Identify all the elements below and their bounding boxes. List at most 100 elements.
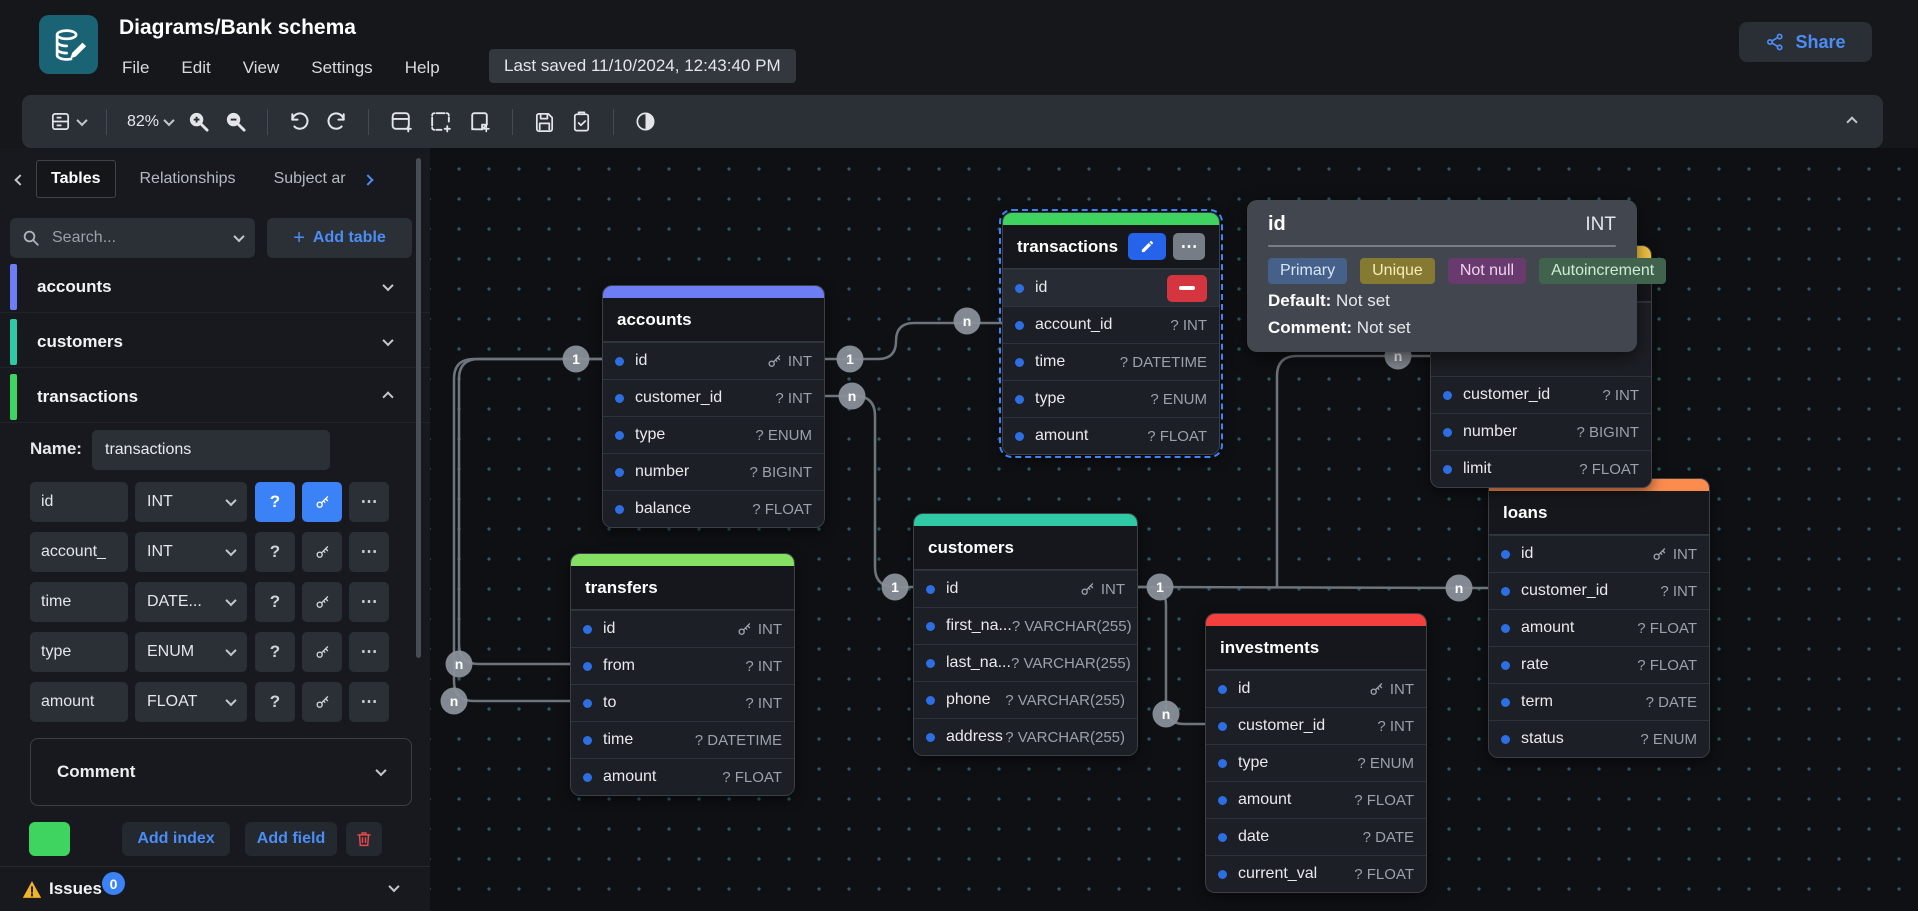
table-header[interactable]: loans [1489,491,1709,535]
nullable-toggle-button[interactable]: ? [255,682,295,722]
comment-section[interactable]: Comment [30,738,412,806]
table-field-row[interactable]: type? ENUM [603,416,824,453]
field-more-button[interactable]: ⋯ [349,532,389,572]
primary-key-toggle-button[interactable] [302,482,342,522]
diagram-title[interactable]: Diagrams/Bank schema [119,16,356,40]
diagram-table-investments[interactable]: investmentsidINTcustomer_id? INTtype? EN… [1205,613,1427,893]
redo-button[interactable] [318,105,355,138]
delete-table-button[interactable] [346,822,382,856]
zoom-out-button[interactable] [217,105,254,138]
table-field-row[interactable]: phone? VARCHAR(255) [914,681,1137,718]
table-field-row[interactable]: last_na...? VARCHAR(255) [914,644,1137,681]
menu-view[interactable]: View [243,58,280,78]
field-more-button[interactable]: ⋯ [349,632,389,672]
nullable-toggle-button[interactable]: ? [255,632,295,672]
table-name-input[interactable] [92,430,330,470]
table-field-row[interactable]: number? BIGINT [1431,413,1651,450]
search-input[interactable] [50,228,225,248]
menu-help[interactable]: Help [405,58,440,78]
field-name-input[interactable]: type [30,632,128,672]
add-table-tool-button[interactable] [382,104,421,139]
field-name-input[interactable]: id [30,482,128,522]
table-field-row[interactable]: idINT [571,610,794,647]
table-field-row[interactable]: to? INT [571,684,794,721]
todo-list-button[interactable] [563,105,600,138]
tabs-scroll-left-button[interactable] [16,172,24,187]
table-color-swatch[interactable] [29,822,70,856]
tab-subject-ar[interactable]: Subject ar [260,161,360,197]
diagram-table-transfers[interactable]: transfersidINTfrom? INTto? INTtime? DATE… [570,553,795,796]
table-field-row[interactable]: customer_id? INT [1489,572,1709,609]
table-field-row[interactable]: balance? FLOAT [603,490,824,527]
collapse-toolbar-button[interactable] [1841,113,1863,131]
primary-key-toggle-button[interactable] [302,532,342,572]
diagram-table-transactions[interactable]: transactions⋯idaccount_id? INTtime? DATE… [1002,212,1220,455]
delete-field-button[interactable] [1167,275,1207,302]
field-name-input[interactable]: account_ [30,532,128,572]
diagram-table-accounts[interactable]: accountsidINTcustomer_id? INTtype? ENUMn… [602,285,825,528]
tab-tables[interactable]: Tables [36,160,116,198]
primary-key-toggle-button[interactable] [302,682,342,722]
menu-edit[interactable]: Edit [181,58,210,78]
table-field-row[interactable]: address? VARCHAR(255) [914,718,1137,755]
undo-button[interactable] [281,105,318,138]
field-type-select[interactable]: DATE... [135,582,247,622]
chevron-down-icon[interactable] [388,881,399,892]
table-field-row[interactable]: amount? FLOAT [1003,417,1219,454]
table-header[interactable]: transactions⋯ [1003,225,1219,269]
zoom-level-select[interactable]: 82% [120,108,180,136]
add-index-button[interactable]: Add index [122,822,230,856]
primary-key-toggle-button[interactable] [302,582,342,622]
table-field-row[interactable]: idINT [1206,670,1426,707]
table-field-row[interactable]: customer_id? INT [1206,707,1426,744]
table-field-row[interactable]: amount? FLOAT [1489,609,1709,646]
tabs-scroll-right-button[interactable] [364,172,372,187]
sidebar-scrollbar[interactable] [416,158,421,658]
field-name-input[interactable]: time [30,582,128,622]
table-header[interactable]: transfers [571,566,794,610]
tab-relationships[interactable]: Relationships [126,161,250,197]
table-field-row[interactable]: term? DATE [1489,683,1709,720]
field-type-select[interactable]: INT [135,482,247,522]
table-field-row[interactable]: amount? FLOAT [571,758,794,795]
nullable-toggle-button[interactable]: ? [255,582,295,622]
table-field-row[interactable]: number? BIGINT [603,453,824,490]
field-more-button[interactable]: ⋯ [349,582,389,622]
add-table-button[interactable]: + Add table [267,218,412,258]
table-field-row[interactable]: idINT [1489,535,1709,572]
table-field-row[interactable]: status? ENUM [1489,720,1709,757]
table-more-button[interactable]: ⋯ [1173,233,1205,260]
table-header[interactable]: investments [1206,626,1426,670]
theme-toggle-button[interactable] [627,105,664,138]
table-field-row[interactable]: customer_id? INT [603,379,824,416]
table-field-row[interactable]: idINT [914,570,1137,607]
table-field-row[interactable]: type? ENUM [1003,380,1219,417]
diagram-table-customers[interactable]: customersidINTfirst_na...? VARCHAR(255)l… [913,513,1138,756]
add-field-button[interactable]: Add field [245,822,337,856]
table-field-row[interactable]: limit? FLOAT [1431,450,1651,487]
table-field-row[interactable]: from? INT [571,647,794,684]
share-button[interactable]: Share [1739,22,1872,62]
field-type-select[interactable]: FLOAT [135,682,247,722]
table-field-row[interactable]: customer_id? INT [1431,376,1651,413]
field-more-button[interactable]: ⋯ [349,482,389,522]
field-type-select[interactable]: ENUM [135,632,247,672]
zoom-in-button[interactable] [180,105,217,138]
sidebar-table-transactions[interactable]: transactions [0,372,430,423]
table-field-row[interactable]: rate? FLOAT [1489,646,1709,683]
diagram-table-loans[interactable]: loansidINTcustomer_id? INTamount? FLOATr… [1488,478,1710,758]
field-name-input[interactable]: amount [30,682,128,722]
table-field-row[interactable]: date? DATE [1206,818,1426,855]
table-header[interactable]: customers [914,526,1137,570]
menu-file[interactable]: File [122,58,149,78]
nullable-toggle-button[interactable]: ? [255,532,295,572]
issues-bar[interactable]: Issues 0 [0,866,430,911]
edit-table-button[interactable] [1128,233,1166,260]
app-logo[interactable] [39,15,98,74]
field-more-button[interactable]: ⋯ [349,682,389,722]
menu-settings[interactable]: Settings [311,58,372,78]
sidebar-table-customers[interactable]: customers [0,317,430,368]
table-field-row[interactable]: first_na...? VARCHAR(255) [914,607,1137,644]
table-field-row[interactable]: time? DATETIME [571,721,794,758]
nullable-toggle-button[interactable]: ? [255,482,295,522]
